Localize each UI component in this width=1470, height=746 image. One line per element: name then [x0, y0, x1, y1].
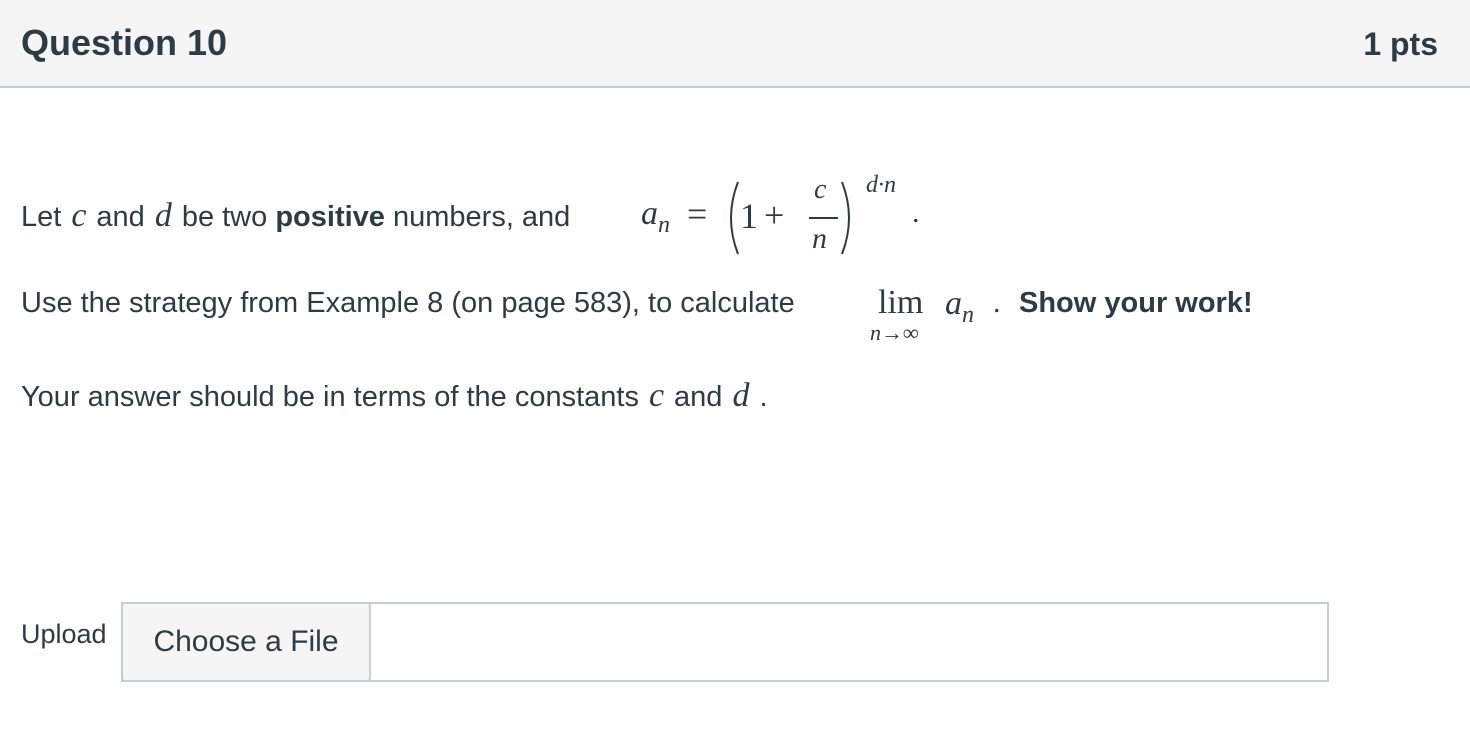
- var-d-2: d: [732, 377, 750, 414]
- formula-denominator: n: [812, 222, 827, 255]
- upload-label: Upload: [21, 619, 107, 649]
- var-d: d: [154, 197, 172, 234]
- var-c: c: [71, 197, 87, 234]
- text-strategy: Use the strategy from Example 8 (on page…: [21, 287, 795, 319]
- text-period: .: [759, 381, 768, 413]
- text-numbers-and: numbers, and: [392, 201, 571, 233]
- formula-a: a: [641, 195, 658, 232]
- var-c-2: c: [648, 377, 665, 414]
- limit-a: a: [945, 285, 962, 322]
- formula-numerator: c: [814, 174, 827, 205]
- limit-lim: lim: [878, 284, 924, 321]
- question-line-3: Your answer should be in terms of the co…: [21, 377, 768, 415]
- text-let: Let: [21, 201, 62, 233]
- formula-period: .: [912, 196, 920, 229]
- formula-exponent: d·n: [866, 172, 896, 198]
- formula-plus: +: [764, 195, 785, 235]
- question-line-1: Let c and d be two positive numbers, and: [21, 197, 570, 235]
- formula-equals: =: [687, 194, 708, 234]
- text-and: and: [96, 201, 145, 233]
- limit-subscript: n→∞: [870, 320, 919, 345]
- formula-a-sub: n: [658, 212, 670, 238]
- limit-dot: .: [993, 286, 1001, 319]
- question-points: 1 pts: [1363, 26, 1438, 62]
- question-line-2: Use the strategy from Example 8 (on page…: [21, 287, 795, 320]
- text-be-two: be two: [181, 201, 268, 233]
- limit-a-sub: n: [962, 302, 974, 328]
- choose-file-button[interactable]: Choose a File: [121, 602, 371, 682]
- text-show-work: Show your work!: [1019, 287, 1253, 319]
- text-your-answer: Your answer should be in terms of the co…: [21, 381, 639, 413]
- question-header: Question 10 1 pts: [0, 0, 1470, 88]
- question-title: Question 10: [21, 22, 228, 63]
- formula-one: 1: [740, 196, 758, 236]
- text-positive: positive: [275, 201, 385, 233]
- text-and-2: and: [674, 381, 723, 413]
